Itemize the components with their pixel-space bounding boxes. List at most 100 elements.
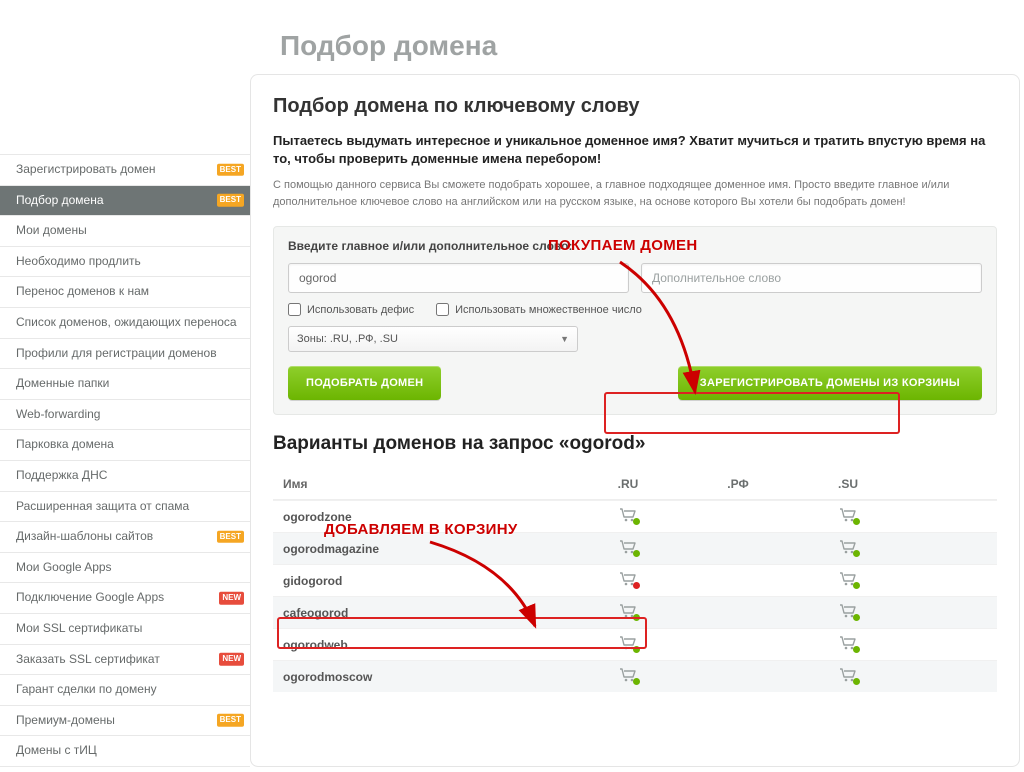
sidebar-item-label: Необходимо продлить	[16, 254, 141, 268]
sidebar-item-label: Домены с тИЦ	[16, 743, 97, 757]
sidebar-item-label: Заказать SSL сертификат	[16, 652, 160, 666]
zone-cell-su	[793, 604, 903, 621]
zone-cell-ru	[573, 604, 683, 621]
zone-cell-ru	[573, 572, 683, 589]
sidebar-item-label: Профили для регистрации доменов	[16, 346, 217, 360]
add-to-cart-icon[interactable]	[839, 540, 857, 554]
sidebar-item-label: Перенос доменов к нам	[16, 284, 149, 298]
table-row: ogorodmoscow	[273, 660, 997, 692]
sidebar-item[interactable]: Мои домены	[0, 215, 250, 246]
sidebar-item[interactable]: Заказать SSL сертификат NEW	[0, 644, 250, 675]
intro-text: С помощью данного сервиса Вы сможете под…	[273, 177, 997, 210]
zone-cell-su	[793, 572, 903, 589]
domain-name-cell: ogorodweb	[283, 638, 573, 652]
sidebar-item[interactable]: Мои SSL сертификаты	[0, 613, 250, 644]
zone-cell-ru	[573, 636, 683, 653]
intro-strong: Пытаетесь выдумать интересное и уникальн…	[273, 132, 997, 167]
add-to-cart-icon[interactable]	[619, 636, 637, 650]
sidebar-item[interactable]: Гарант сделки по домену	[0, 674, 250, 705]
plural-checkbox-input[interactable]	[436, 303, 449, 316]
sidebar-item[interactable]: Дизайн-шаблоны сайтов BEST	[0, 521, 250, 552]
sidebar: Зарегистрировать доменBESTПодбор доменаB…	[0, 74, 250, 767]
zone-cell-su	[793, 508, 903, 525]
sidebar-item[interactable]: Премиум-домены BEST	[0, 705, 250, 736]
sidebar-item[interactable]: Доменные папки	[0, 368, 250, 399]
sidebar-item-label: Мои домены	[16, 223, 87, 237]
sidebar-item-label: Парковка домена	[16, 437, 114, 451]
sidebar-badge: BEST	[217, 531, 244, 543]
sidebar-badge: NEW	[219, 653, 244, 665]
sidebar-item-label: Подключение Google Apps	[16, 590, 164, 604]
main-panel: Подбор домена по ключевому слову Пытаете…	[250, 74, 1020, 767]
add-to-cart-icon[interactable]	[619, 668, 637, 682]
add-to-cart-icon[interactable]	[839, 572, 857, 586]
sidebar-item-label: Доменные папки	[16, 376, 109, 390]
domain-name-cell: cafeogorod	[283, 606, 573, 620]
add-to-cart-icon[interactable]	[619, 508, 637, 522]
hyphen-checkbox[interactable]: Использовать дефис	[288, 303, 414, 316]
pick-domain-button[interactable]: ПОДОБРАТЬ ДОМЕН	[288, 366, 441, 400]
zones-select[interactable]: Зоны: .RU, .РФ, .SU ▼	[288, 326, 578, 352]
sidebar-item-label: Зарегистрировать домен	[16, 162, 156, 176]
sidebar-item[interactable]: Web-forwarding	[0, 399, 250, 430]
plural-checkbox[interactable]: Использовать множественное число	[436, 303, 642, 316]
col-ru: .RU	[573, 477, 683, 491]
sidebar-item[interactable]: Мои Google Apps	[0, 552, 250, 583]
sidebar-item-label: Поддержка ДНС	[16, 468, 107, 482]
table-row: cafeogorod	[273, 596, 997, 628]
zones-select-label: Зоны: .RU, .РФ, .SU	[297, 333, 398, 345]
table-row: ogorodweb	[273, 628, 997, 660]
zone-cell-su	[793, 540, 903, 557]
sidebar-item-label: Гарант сделки по домену	[16, 682, 157, 696]
col-su: .SU	[793, 477, 903, 491]
page-title: Подбор домена	[0, 0, 1024, 74]
sidebar-badge: NEW	[219, 592, 244, 604]
add-to-cart-icon[interactable]	[619, 540, 637, 554]
add-to-cart-icon[interactable]	[839, 604, 857, 618]
sidebar-badge: BEST	[217, 164, 244, 176]
results-title: Варианты доменов на запрос «ogorod»	[273, 433, 997, 455]
zone-cell-su	[793, 668, 903, 685]
sidebar-item[interactable]: Расширенная защита от спама	[0, 491, 250, 522]
sidebar-item-label: Мои Google Apps	[16, 560, 112, 574]
sidebar-item-label: Дизайн-шаблоны сайтов	[16, 529, 153, 543]
domain-name-cell: ogorodmagazine	[283, 542, 573, 556]
chevron-down-icon: ▼	[560, 334, 569, 344]
section-heading: Подбор домена по ключевому слову	[273, 95, 997, 118]
domain-name-cell: ogorodzone	[283, 510, 573, 524]
zone-cell-ru	[573, 540, 683, 557]
sidebar-item[interactable]: Необходимо продлить	[0, 246, 250, 277]
remove-from-cart-icon[interactable]	[619, 572, 637, 586]
add-to-cart-icon[interactable]	[619, 604, 637, 618]
search-label: Введите главное и/или дополнительное сло…	[288, 239, 982, 253]
zone-cell-ru	[573, 508, 683, 525]
sidebar-item-label: Премиум-домены	[16, 713, 115, 727]
add-to-cart-icon[interactable]	[839, 508, 857, 522]
col-name: Имя	[283, 477, 573, 491]
sidebar-item[interactable]: Домены с тИЦ	[0, 735, 250, 767]
sidebar-item[interactable]: Подбор доменаBEST	[0, 185, 250, 216]
table-row: ogorodzone	[273, 500, 997, 532]
sidebar-item-label: Расширенная защита от спама	[16, 499, 189, 513]
sidebar-item[interactable]: Профили для регистрации доменов	[0, 338, 250, 369]
sidebar-item[interactable]: Список доменов, ожидающих переноса	[0, 307, 250, 338]
table-row: ogorodmagazine	[273, 532, 997, 564]
sidebar-item-label: Подбор домена	[16, 193, 104, 207]
sidebar-item[interactable]: Подключение Google Apps NEW	[0, 582, 250, 613]
domain-name-cell: ogorodmoscow	[283, 670, 573, 684]
sidebar-item-label: Мои SSL сертификаты	[16, 621, 142, 635]
sidebar-badge: BEST	[217, 714, 244, 726]
sidebar-item[interactable]: Поддержка ДНС	[0, 460, 250, 491]
main-word-input[interactable]	[288, 263, 629, 293]
sidebar-item[interactable]: Зарегистрировать домен BEST	[0, 154, 250, 185]
plural-checkbox-label: Использовать множественное число	[455, 304, 642, 316]
sidebar-item-label: Список доменов, ожидающих переноса	[16, 315, 237, 329]
sidebar-item[interactable]: Парковка домена	[0, 429, 250, 460]
add-to-cart-icon[interactable]	[839, 668, 857, 682]
register-from-cart-button[interactable]: ЗАРЕГИСТРИРОВАТЬ ДОМЕНЫ ИЗ КОРЗИНЫ	[678, 366, 982, 400]
additional-word-input[interactable]	[641, 263, 982, 293]
hyphen-checkbox-input[interactable]	[288, 303, 301, 316]
add-to-cart-icon[interactable]	[839, 636, 857, 650]
sidebar-item[interactable]: Перенос доменов к нам	[0, 276, 250, 307]
search-box: Введите главное и/или дополнительное сло…	[273, 226, 997, 415]
